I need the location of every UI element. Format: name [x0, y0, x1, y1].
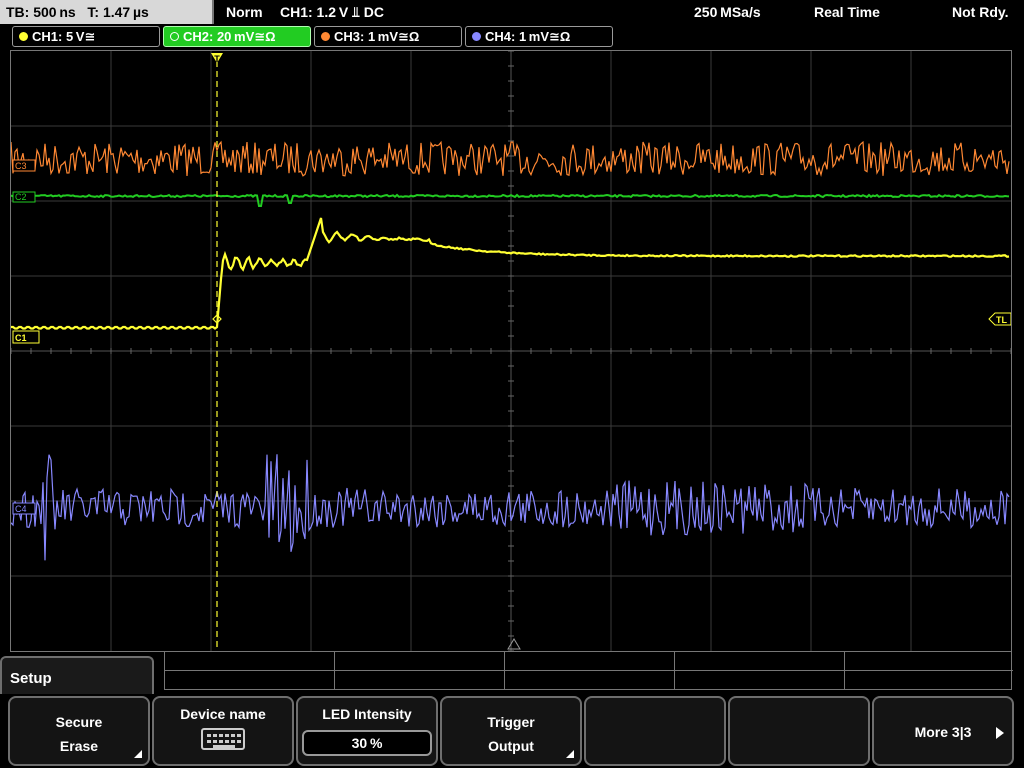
- status-bar: TB: 500 ns T: 1.47 µs Norm CH1: 1.2 V ⫫ …: [0, 0, 1024, 24]
- ch1-color-dot: [19, 32, 28, 41]
- arrow-right-icon: [996, 727, 1004, 739]
- ch2-reference-label: C2: [15, 192, 27, 202]
- ch1-reference-marker[interactable]: C1: [12, 330, 40, 344]
- trigger-marker-icon[interactable]: T: [211, 53, 223, 64]
- softkey-label: Erase: [59, 738, 99, 754]
- softkey-label: Device name: [180, 706, 266, 722]
- waveform-display[interactable]: T C3 C2 C1 C4 TL: [10, 50, 1012, 652]
- softkey-label: Trigger: [487, 714, 535, 730]
- submenu-indicator-icon: [134, 750, 142, 758]
- ch2-color-dot: [170, 32, 179, 41]
- led-intensity-button[interactable]: LED Intensity 30 %: [296, 696, 438, 766]
- tab-ch4[interactable]: CH4: 1 mV≅Ω: [465, 26, 613, 47]
- menu-title: Setup: [0, 656, 154, 696]
- timebase-box[interactable]: TB: 500 ns T: 1.47 µs: [0, 0, 214, 24]
- ch4-reference-marker[interactable]: C4: [12, 502, 36, 515]
- ch4-label: CH4: 1 mV≅Ω: [485, 29, 571, 44]
- ch3-reference-marker[interactable]: C3: [12, 159, 36, 172]
- info-divider: [165, 670, 1013, 671]
- ch4-waveform: [11, 454, 1010, 561]
- empty-softkey-6[interactable]: [728, 696, 870, 766]
- tab-ch1[interactable]: CH1: 5 V≅: [12, 26, 160, 47]
- keyboard-icon: [201, 728, 245, 750]
- more-button[interactable]: More 3|3: [872, 696, 1014, 766]
- ch4-reference-label: C4: [15, 504, 27, 514]
- trigger-mode-label: Norm: [226, 4, 263, 20]
- secure-erase-button[interactable]: Secure Erase: [8, 696, 150, 766]
- ch1-waveform: [11, 217, 1010, 330]
- graticule: [11, 51, 1011, 651]
- ch3-label: CH3: 1 mV≅Ω: [334, 29, 420, 44]
- trigger-level-label: TL: [996, 315, 1007, 325]
- tab-ch2[interactable]: CH2: 20 mV≅Ω: [163, 26, 311, 47]
- tab-ch3[interactable]: CH3: 1 mV≅Ω: [314, 26, 462, 47]
- trigger-level-marker[interactable]: TL: [988, 312, 1011, 326]
- ch2-reference-marker[interactable]: C2: [12, 191, 36, 203]
- waveform-canvas: T C3 C2 C1 C4 TL: [11, 51, 1011, 651]
- acquisition-mode-label: Real Time: [814, 4, 880, 20]
- softkey-label: Secure: [55, 714, 103, 730]
- ch3-reference-label: C3: [15, 161, 27, 171]
- ch1-reference-label: C1: [15, 333, 27, 343]
- sample-rate-label: 250 MSa/s: [694, 4, 761, 20]
- trigger-output-button[interactable]: Trigger Output: [440, 696, 582, 766]
- ch2-label: CH2: 20 mV≅Ω: [183, 29, 276, 44]
- trigger-marker-letter: T: [214, 54, 220, 64]
- empty-softkey-5[interactable]: [584, 696, 726, 766]
- horizontal-position-icon: [507, 638, 521, 650]
- acquisition-state-label: Not Rdy.: [952, 4, 1009, 20]
- softkey-label: Output: [488, 738, 534, 754]
- led-intensity-value[interactable]: 30 %: [302, 730, 432, 756]
- ch4-color-dot: [472, 32, 481, 41]
- submenu-indicator-icon: [566, 750, 574, 758]
- device-name-button[interactable]: Device name: [152, 696, 294, 766]
- timebase-label: TB: 500 ns: [6, 4, 76, 20]
- channel-tabs: CH1: 5 V≅ CH2: 20 mV≅Ω CH3: 1 mV≅Ω CH4: …: [0, 26, 1024, 48]
- softkey-bar: Secure Erase Device name LED Intensity 3…: [0, 694, 1024, 768]
- softkey-label: More 3|3: [914, 724, 972, 740]
- ch1-label: CH1: 5 V≅: [32, 29, 96, 44]
- ch3-color-dot: [321, 32, 330, 41]
- trigger-info-label: CH1: 1.2 V ⫫ DC: [280, 4, 385, 20]
- trigger-time-label: T: 1.47 µs: [87, 4, 149, 20]
- softkey-label: LED Intensity: [322, 706, 412, 722]
- info-strip: [164, 652, 1013, 690]
